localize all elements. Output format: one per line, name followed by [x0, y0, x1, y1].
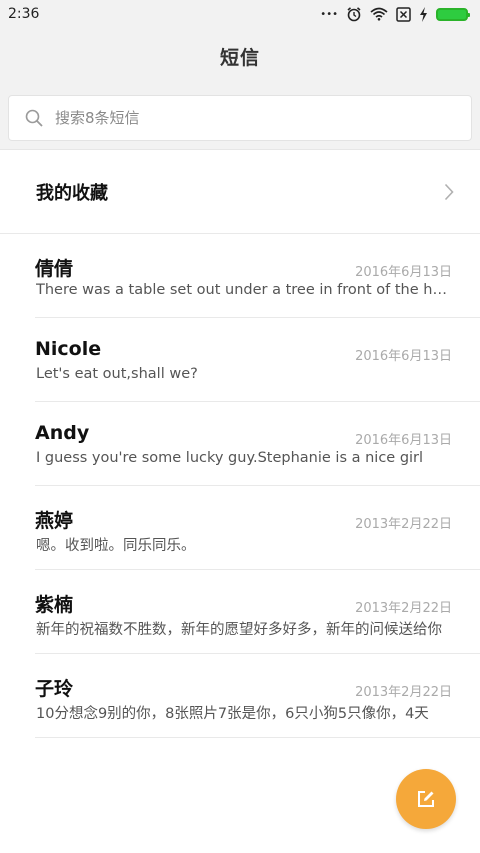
message-preview: There was a table set out under a tree i…: [36, 282, 448, 298]
status-time: 2:36: [8, 6, 40, 22]
message-date: 2013年2月22日: [355, 685, 452, 700]
search-input[interactable]: [55, 109, 435, 127]
compose-icon: [418, 791, 434, 807]
wifi-icon: [370, 7, 388, 21]
message-list: 倩倩 2016年6月13日 There was a table set out …: [0, 234, 480, 738]
favorites-row[interactable]: 我的收藏: [0, 150, 480, 234]
message-row[interactable]: 燕婷 2013年2月22日 嗯。收到啦。同乐同乐。: [35, 486, 480, 570]
page-title: 短信: [219, 46, 260, 69]
top-area: 2:36 ••• 短信: [0, 0, 480, 150]
message-preview: I guess you're some lucky guy.Stephanie …: [36, 450, 424, 466]
no-sim-icon: [396, 6, 411, 22]
title-bar: 短信: [0, 28, 480, 84]
contact-name: 燕婷: [35, 510, 74, 532]
message-row[interactable]: 倩倩 2016年6月13日 There was a table set out …: [35, 234, 480, 318]
search-box[interactable]: [8, 95, 472, 141]
contact-name: Andy: [35, 422, 90, 444]
message-date: 2016年6月13日: [355, 349, 452, 364]
message-date: 2013年2月22日: [355, 517, 452, 532]
message-preview: 新年的祝福数不胜数，新年的愿望好多好多，新年的问候送给你: [36, 622, 442, 638]
search-icon: [25, 109, 43, 127]
contact-name: Nicole: [35, 338, 102, 360]
message-row[interactable]: 紫楠 2013年2月22日 新年的祝福数不胜数，新年的愿望好多好多，新年的问候送…: [35, 570, 480, 654]
message-preview: Let's eat out,shall we?: [36, 366, 198, 382]
more-dots: •••: [320, 8, 338, 20]
status-bar: 2:36 •••: [0, 0, 480, 28]
contact-name: 子玲: [35, 678, 74, 700]
battery-icon: [436, 7, 470, 21]
alarm-icon: [347, 7, 361, 22]
message-date: 2016年6月13日: [355, 265, 452, 280]
favorites-label: 我的收藏: [36, 182, 108, 204]
contact-name: 倩倩: [35, 258, 74, 280]
message-date: 2016年6月13日: [355, 433, 452, 448]
contact-name: 紫楠: [35, 594, 74, 616]
message-row[interactable]: Andy 2016年6月13日 I guess you're some luck…: [35, 402, 480, 486]
message-preview: 嗯。收到啦。同乐同乐。: [36, 538, 196, 554]
charging-icon: [420, 6, 427, 22]
chevron-right-icon: [444, 183, 454, 200]
status-icons: •••: [320, 6, 470, 22]
message-preview: 10分想念9别的你，8张照片7张是你，6只小狗5只像你，4天: [36, 706, 429, 722]
message-row[interactable]: 子玲 2013年2月22日 10分想念9别的你，8张照片7张是你，6只小狗5只像…: [35, 654, 480, 738]
message-row[interactable]: Nicole 2016年6月13日 Let's eat out,shall we…: [35, 318, 480, 402]
message-date: 2013年2月22日: [355, 601, 452, 616]
compose-button[interactable]: [396, 769, 456, 829]
